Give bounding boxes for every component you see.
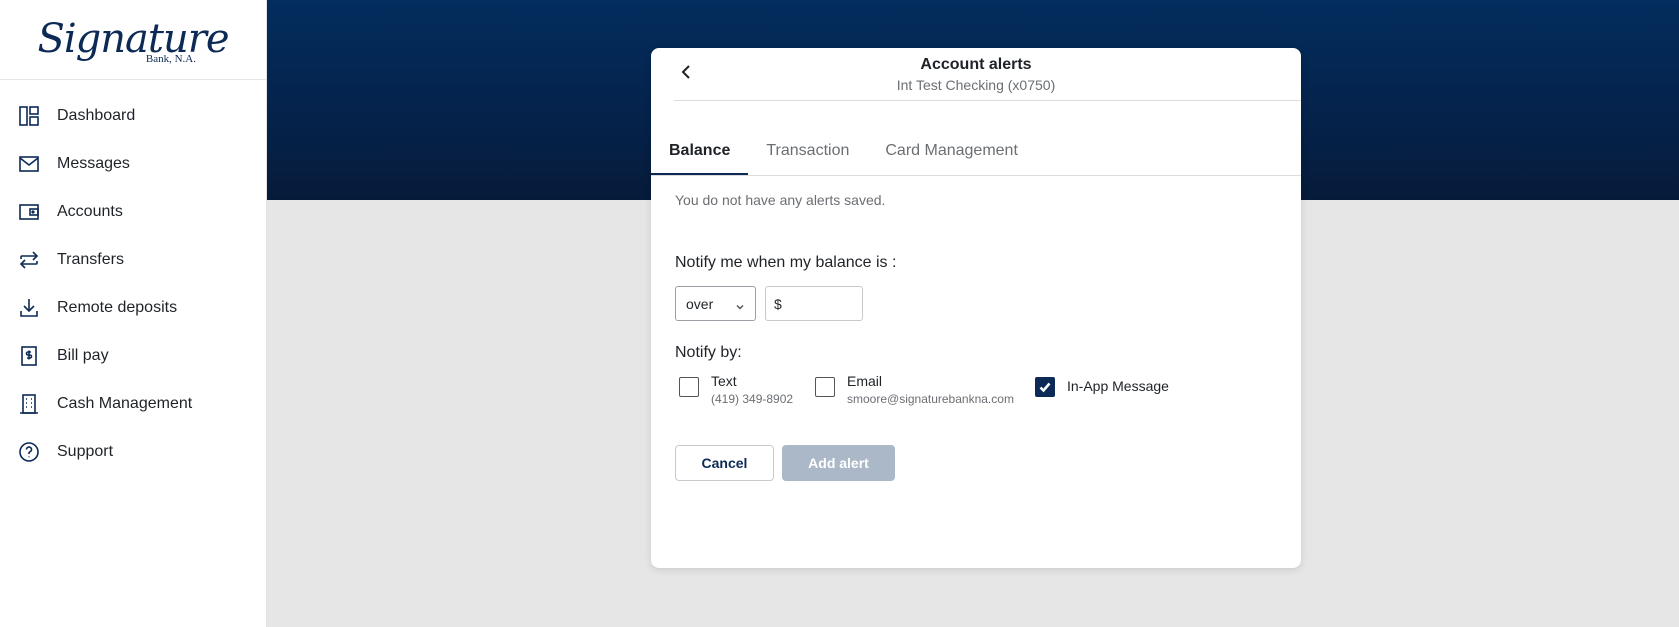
sidebar-item-label: Cash Management bbox=[57, 395, 193, 412]
channel-email-label: Email bbox=[847, 373, 883, 389]
in-app-checkbox[interactable] bbox=[1035, 377, 1055, 397]
sidebar-item-label: Remote deposits bbox=[57, 299, 178, 316]
channel-text-label: Text bbox=[711, 373, 737, 389]
account-alerts-dialog: Account alerts Int Test Checking (x0750)… bbox=[651, 48, 1301, 568]
sidebar-item-label: Support bbox=[57, 443, 114, 460]
alert-tabs: Balance Transaction Card Management bbox=[651, 101, 1301, 176]
empty-alerts-message: You do not have any alerts saved. bbox=[675, 192, 886, 208]
sidebar-item-label: Bill pay bbox=[57, 347, 109, 364]
chevron-down-icon bbox=[735, 299, 745, 310]
sidebar-item-label: Accounts bbox=[57, 203, 123, 220]
balance-condition-row: over $ bbox=[675, 286, 1277, 321]
sidebar-nav: Dashboard Messages Accounts Transfers Re… bbox=[0, 80, 266, 476]
logo-script: Signature bbox=[37, 15, 229, 62]
notify-balance-label: Notify me when my balance is : bbox=[675, 254, 897, 271]
help-icon bbox=[18, 441, 40, 463]
download-icon bbox=[18, 297, 40, 319]
bill-icon bbox=[18, 345, 40, 367]
balance-alert-form: You do not have any alerts saved. Notify… bbox=[651, 192, 1301, 481]
sidebar-item-transfers[interactable]: Transfers bbox=[0, 236, 266, 284]
dialog-subtitle: Int Test Checking (x0750) bbox=[896, 77, 1056, 93]
tab-card-management[interactable]: Card Management bbox=[867, 129, 1036, 175]
sidebar-item-support[interactable]: Support bbox=[0, 428, 266, 476]
amount-input[interactable] bbox=[785, 295, 856, 312]
checkmark-icon bbox=[1039, 382, 1051, 393]
sidebar-item-label: Dashboard bbox=[57, 107, 136, 124]
transfer-icon bbox=[18, 249, 40, 271]
channel-email[interactable]: Email smoore@signaturebankna.com bbox=[811, 372, 1031, 408]
sidebar-item-label: Messages bbox=[57, 155, 130, 172]
cancel-button[interactable]: Cancel bbox=[675, 445, 774, 481]
sidebar: Signature Bank, N.A. Dashboard Messages … bbox=[0, 0, 267, 627]
channel-in-app[interactable]: In-App Message bbox=[1031, 372, 1169, 397]
currency-prefix: $ bbox=[774, 295, 782, 312]
bank-logo[interactable]: Signature Bank, N.A. bbox=[0, 0, 266, 80]
channel-email-address: smoore@signaturebankna.com bbox=[847, 392, 1014, 406]
mail-icon bbox=[18, 153, 40, 175]
sidebar-item-dashboard[interactable]: Dashboard bbox=[0, 92, 266, 140]
sidebar-item-remote-deposits[interactable]: Remote deposits bbox=[0, 284, 266, 332]
dialog-title: Account alerts bbox=[920, 56, 1032, 73]
building-icon bbox=[18, 393, 40, 415]
sidebar-item-bill-pay[interactable]: Bill pay bbox=[0, 332, 266, 380]
dashboard-icon bbox=[18, 105, 40, 127]
text-checkbox[interactable] bbox=[679, 377, 699, 397]
dialog-header: Account alerts Int Test Checking (x0750) bbox=[674, 48, 1301, 101]
add-alert-button[interactable]: Add alert bbox=[782, 445, 895, 481]
amount-field[interactable]: $ bbox=[765, 286, 863, 321]
channel-text[interactable]: Text (419) 349-8902 bbox=[675, 372, 811, 408]
channel-text-phone: (419) 349-8902 bbox=[711, 392, 794, 406]
dialog-actions: Cancel Add alert bbox=[675, 445, 1277, 481]
sidebar-item-label: Transfers bbox=[57, 251, 124, 268]
logo-subtitle: Bank, N.A. bbox=[145, 52, 196, 65]
sidebar-item-messages[interactable]: Messages bbox=[0, 140, 266, 188]
sidebar-item-accounts[interactable]: Accounts bbox=[0, 188, 266, 236]
sidebar-item-cash-management[interactable]: Cash Management bbox=[0, 380, 266, 428]
wallet-icon bbox=[18, 201, 40, 223]
tab-transaction[interactable]: Transaction bbox=[748, 129, 867, 175]
channel-in-app-label: In-App Message bbox=[1067, 378, 1169, 394]
notification-channels: Text (419) 349-8902 Email smoore@signatu… bbox=[675, 372, 1277, 408]
email-checkbox[interactable] bbox=[815, 377, 835, 397]
condition-select[interactable]: over bbox=[675, 286, 756, 321]
condition-selected-value: over bbox=[686, 295, 714, 312]
notify-by-label: Notify by: bbox=[675, 344, 742, 361]
tab-balance[interactable]: Balance bbox=[651, 129, 749, 175]
